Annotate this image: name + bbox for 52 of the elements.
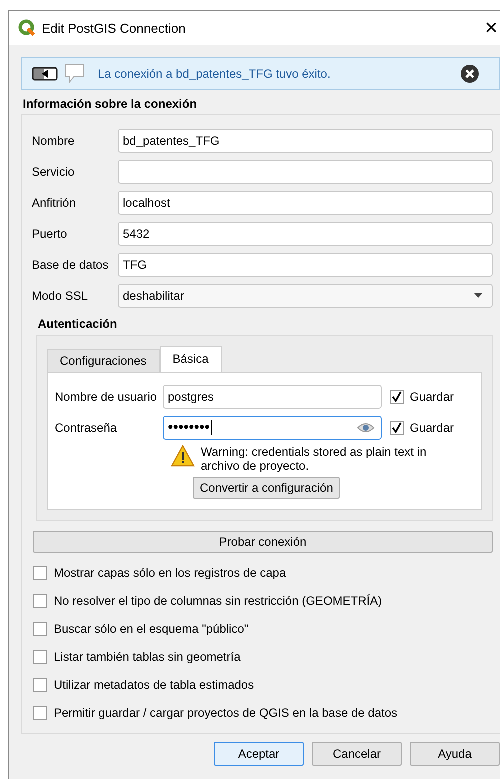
checkbox[interactable] — [33, 650, 47, 664]
speech-bubble-icon — [64, 64, 86, 84]
checkbox-label: Mostrar capas sólo en los registros de capa — [54, 566, 286, 580]
checkbox[interactable] — [33, 622, 47, 636]
password-field[interactable]: •••••••• — [163, 416, 382, 440]
section-heading: Información sobre la conexión — [23, 97, 198, 111]
field-label: Nombre — [32, 134, 76, 148]
field-label: Anfitrión — [32, 196, 78, 210]
checkbox-label: Guardar — [410, 420, 454, 434]
checkbox-label: Utilizar metadatos de tabla estimados — [54, 678, 254, 692]
checkbox-label: No resolver el tipo de columnas sin restricción (GEOMETRÍA) — [54, 594, 382, 608]
input-field[interactable]: localhost — [118, 190, 493, 214]
convert-button[interactable]: Convertir a configuración — [193, 477, 340, 499]
input-field[interactable]: TFG — [118, 252, 493, 276]
checkbox-label: Guardar — [410, 390, 454, 404]
checkbox-label: Permitir guardar / cargar proyectos de QGIS en la base de datos — [54, 706, 398, 720]
input-field[interactable]: 5432 — [118, 222, 493, 246]
field-label: Servicio — [32, 164, 76, 178]
username-field[interactable]: postgres — [163, 384, 382, 408]
dialog-button[interactable]: Ayuda — [410, 742, 500, 766]
window-title: Edit PostGIS Connection — [42, 20, 186, 36]
checkbox[interactable] — [390, 420, 404, 434]
dialog-button[interactable]: Cancelar — [312, 742, 402, 766]
checkbox-label: Buscar sólo en el esquema "público" — [54, 622, 249, 636]
field-label: Base de datos — [32, 258, 110, 272]
checkbox[interactable] — [33, 594, 47, 608]
checkbox[interactable] — [33, 706, 47, 720]
warning-text: Warning: credentials stored as plain text in archivo de proyecto. — [201, 445, 428, 473]
caret-icon — [474, 293, 483, 298]
field-label: Modo SSL — [32, 288, 90, 302]
field-label: Contraseña — [55, 420, 118, 434]
app-logo-icon — [18, 19, 36, 37]
section-heading: Autenticación — [38, 317, 118, 331]
input-field[interactable] — [118, 160, 493, 184]
close-icon[interactable] — [461, 64, 479, 82]
ssl-mode-dropdown[interactable]: deshabilitar — [118, 284, 493, 308]
close-button[interactable]: × — [485, 15, 498, 41]
warning-icon — [171, 445, 195, 467]
field-label: Nombre de usuario — [55, 390, 158, 404]
test-connection-button[interactable]: Probar conexión — [33, 531, 493, 553]
input-field[interactable]: bd_patentes_TFG — [118, 128, 493, 152]
eye-icon[interactable] — [357, 422, 375, 432]
dialog-button[interactable]: Aceptar — [214, 742, 304, 766]
collapse-icon[interactable] — [32, 66, 58, 80]
tab[interactable]: Configuraciones — [47, 349, 160, 372]
tab[interactable]: Básica — [160, 346, 222, 372]
checkbox[interactable] — [33, 678, 47, 692]
checkbox-label: Listar también tablas sin geometría — [54, 650, 241, 664]
checkbox[interactable] — [390, 390, 404, 404]
checkbox[interactable] — [33, 566, 47, 580]
message-text: La conexión a bd_patentes_TFG tuvo éxito. — [98, 66, 331, 80]
field-label: Puerto — [32, 226, 68, 240]
